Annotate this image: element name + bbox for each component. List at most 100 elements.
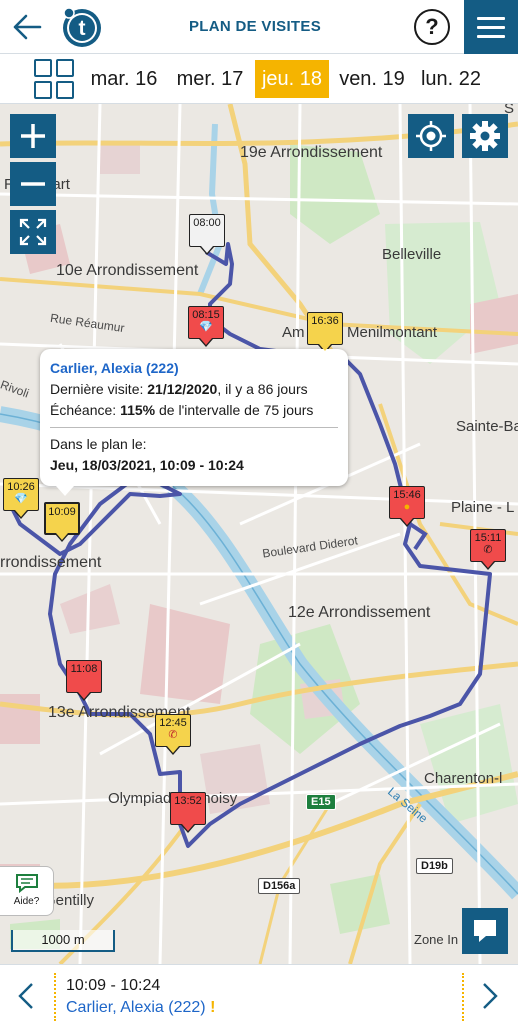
place-19e: 19e Arrondissement — [240, 144, 383, 161]
place-10e: 10e Arrondissement — [56, 262, 199, 279]
marker-time: 12:45 — [159, 717, 187, 729]
visit-marker[interactable]: 15:46 ● — [389, 486, 425, 527]
marker-time: 08:15 — [192, 309, 220, 321]
popup-last-visit: Dernière visite: 21/12/2020, il y a 86 j… — [50, 379, 338, 400]
zoom-in-button[interactable] — [10, 114, 56, 158]
map-scale-bar: 1000 m — [11, 930, 115, 952]
place-12e: 12e Arrondissement — [288, 604, 431, 621]
crosshair-icon — [416, 121, 446, 151]
popup-due-percent: 115% — [120, 402, 156, 418]
locate-me-button[interactable] — [408, 114, 454, 158]
day-tab-jeu-18[interactable]: jeu. 18 — [255, 60, 329, 98]
diamond-icon: 💎 — [14, 493, 28, 505]
place-plaine: Plaine - L — [451, 499, 515, 516]
app-logo: t — [63, 7, 101, 47]
visit-marker[interactable]: 08:15 💎 — [188, 306, 224, 347]
map-view[interactable]: 19e Arrondissement 10e Arrondissement Be… — [0, 104, 518, 964]
marker-time: 11:08 — [70, 663, 98, 675]
popup-plan-value: Jeu, 18/03/2021, 10:09 - 10:24 — [50, 457, 244, 473]
popup-last-visit-date: 21/12/2020 — [147, 381, 218, 397]
plus-icon — [21, 124, 45, 148]
grid-icon-cell — [34, 59, 52, 77]
popup-due-suffix: de l'intervalle de 75 jours — [159, 402, 314, 418]
visit-info-popup[interactable]: Carlier, Alexia (222) Dernière visite: 2… — [40, 349, 348, 496]
marker-time: 15:11 — [474, 532, 502, 544]
comment-button[interactable] — [462, 908, 508, 954]
minus-icon — [21, 182, 45, 186]
marker-time: 15:46 — [393, 489, 421, 501]
road-shield-d156a: D156a — [258, 878, 301, 894]
hamburger-menu-button[interactable] — [464, 0, 518, 54]
visit-marker[interactable]: 15:11 ✆ — [470, 529, 506, 570]
help-button[interactable]: ? — [414, 9, 450, 45]
arrow-left-icon — [13, 14, 42, 40]
grid-icon-cell — [56, 59, 74, 77]
grid-view-button[interactable] — [34, 59, 74, 99]
help-chat-button[interactable]: Aide? — [0, 866, 54, 916]
menu-icon-bar — [477, 16, 505, 20]
visit-marker-selected[interactable]: 10:09 — [44, 502, 80, 542]
day-tab-mer-17[interactable]: mer. 17 — [171, 60, 249, 98]
grid-icon-cell — [34, 81, 52, 99]
day-tab-ven-19[interactable]: ven. 19 — [335, 60, 409, 98]
footer-divider — [462, 973, 464, 1021]
footer-visit-time: 10:09 - 10:24 — [66, 977, 161, 994]
aide-label: Aide? — [13, 896, 40, 907]
visit-marker[interactable]: 08:00 — [189, 214, 225, 255]
place-zone: Zone In — [414, 932, 459, 947]
grid-icon-cell — [56, 81, 74, 99]
footer-divider — [54, 973, 56, 1021]
visit-marker[interactable]: 16:36 — [307, 312, 343, 353]
diamond-icon: 💎 — [199, 321, 213, 333]
day-tab-lun-22[interactable]: lun. 22 — [417, 60, 485, 98]
footer-client-label: Carlier, Alexia (222) — [66, 999, 206, 1016]
visit-marker[interactable]: 10:26 💎 — [3, 478, 39, 519]
popup-due-label: Échéance: — [50, 402, 117, 418]
popup-due: Échéance: 115% de l'intervalle de 75 jou… — [50, 400, 338, 421]
popup-divider — [50, 427, 338, 428]
visit-marker[interactable]: 11:08 — [66, 660, 102, 701]
day-selector-bar: mar. 16 mer. 17 jeu. 18 ven. 19 lun. 22 — [0, 54, 518, 104]
day-tab-mar-16[interactable]: mar. 16 — [86, 60, 162, 98]
back-button[interactable] — [8, 8, 46, 46]
visit-marker[interactable]: 13:52 — [170, 792, 206, 833]
logo-letter: t — [79, 17, 86, 40]
popup-client-name[interactable]: Carlier, Alexia (222) — [50, 358, 338, 379]
page-title: PLAN DE VISITES — [188, 18, 322, 35]
speech-bubble-icon — [15, 874, 38, 894]
next-visit-button[interactable] — [470, 975, 510, 1017]
warning-icon: ! — [210, 999, 216, 1016]
expand-icon — [19, 218, 47, 246]
app-header: t PLAN DE VISITES ? — [0, 0, 518, 54]
popup-last-visit-suffix: , il y a 86 jours — [217, 381, 308, 397]
selected-visit-footer: 10:09 - 10:24 Carlier, Alexia (222) ! — [0, 964, 518, 1026]
settings-button[interactable] — [462, 114, 508, 158]
visit-marker[interactable]: 12:45 ✆ — [155, 714, 191, 755]
road-shield-e15: E15 — [306, 794, 336, 810]
footer-client-name[interactable]: Carlier, Alexia (222) ! — [66, 999, 215, 1017]
menu-icon-bar — [477, 25, 505, 29]
place-menilmontant: Am ers - Menilmontant — [282, 324, 438, 341]
comment-icon — [474, 920, 496, 942]
road-shield-d19b: D19b — [416, 858, 453, 874]
zoom-out-button[interactable] — [10, 162, 56, 206]
phone-icon: ✆ — [168, 729, 178, 741]
popup-last-visit-label: Dernière visite: — [50, 381, 144, 397]
fullscreen-button[interactable] — [10, 210, 56, 254]
chevron-left-icon — [18, 983, 33, 1009]
gear-icon — [470, 121, 500, 151]
menu-icon-bar — [477, 34, 505, 38]
popup-plan-label: Dans le plan le: — [50, 436, 147, 452]
chevron-right-icon — [483, 983, 498, 1009]
place-rrondissement: rrondissement — [0, 554, 102, 571]
place-belleville: Belleville — [382, 246, 442, 263]
marker-time: 16:36 — [311, 315, 339, 327]
place-sainte: Sainte-Ba — [456, 418, 518, 435]
coin-icon: ● — [403, 501, 411, 513]
marker-time: 10:26 — [7, 481, 35, 493]
marker-time: 10:09 — [48, 506, 76, 518]
marker-time: 08:00 — [193, 217, 221, 229]
phone-icon: ✆ — [483, 544, 493, 556]
previous-visit-button[interactable] — [6, 975, 46, 1017]
place-charenton: Charenton-l — [424, 770, 503, 787]
